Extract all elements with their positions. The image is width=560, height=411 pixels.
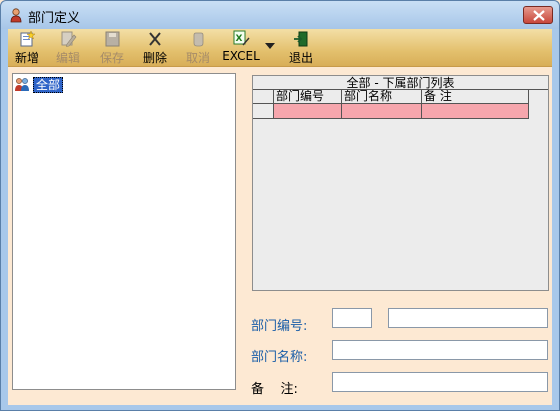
grid-cell-dept-name[interactable]: [342, 104, 422, 119]
grid-cell-remark[interactable]: [422, 104, 529, 119]
excel-icon: X: [233, 30, 250, 46]
title-bar[interactable]: 部门定义: [1, 1, 559, 29]
window-title: 部门定义: [28, 11, 81, 26]
grid-corner-cell: [253, 90, 274, 104]
cancel-icon: [193, 32, 204, 47]
toolbar: 新增 编辑 保存 删除 取消 X EXCEL 退出: [8, 29, 552, 67]
grid-header-remark[interactable]: 备 注: [422, 90, 529, 104]
excel-dropdown-arrow-icon[interactable]: [265, 43, 275, 49]
grid-cell-dept-code[interactable]: [274, 104, 342, 119]
new-document-icon: [20, 30, 36, 47]
close-button[interactable]: [523, 6, 553, 24]
delete-button[interactable]: 删除: [139, 30, 171, 66]
cancel-button-label: 取消: [185, 51, 210, 65]
app-icon: [8, 7, 24, 23]
grid-caption: 全部 - 下属部门列表: [253, 76, 548, 90]
save-button[interactable]: 保存: [96, 30, 128, 66]
client-area: 新增 编辑 保存 删除 取消 X EXCEL 退出 全部 全部 - 下属部门列表…: [8, 29, 552, 405]
cancel-button[interactable]: 取消: [182, 30, 214, 66]
department-tree[interactable]: 全部: [12, 73, 236, 390]
add-button[interactable]: 新增: [11, 30, 43, 66]
sub-department-grid[interactable]: 全部 - 下属部门列表 部门编号 部门名称 备 注: [252, 75, 549, 291]
people-group-icon: [15, 78, 29, 91]
dept-code-label: 部门编号:: [251, 319, 308, 334]
dept-name-label: 部门名称:: [251, 350, 308, 365]
exit-button[interactable]: 退出: [285, 30, 317, 66]
delete-button-label: 删除: [142, 51, 167, 65]
remark-input[interactable]: [332, 372, 548, 392]
exit-button-label: 退出: [288, 51, 313, 65]
dept-name-input[interactable]: [332, 340, 548, 360]
close-icon: [533, 10, 545, 21]
add-button-label: 新增: [14, 51, 39, 65]
save-button-label: 保存: [99, 51, 124, 65]
excel-button-label: EXCEL: [222, 49, 260, 63]
delete-x-icon: [149, 32, 161, 46]
remark-label: 备 注:: [251, 382, 298, 397]
save-icon: [105, 31, 120, 47]
grid-row-selector[interactable]: [253, 104, 274, 119]
edit-button-label: 编辑: [55, 51, 80, 65]
edit-icon: [61, 31, 77, 47]
dept-code-extra-input[interactable]: [388, 308, 548, 328]
svg-text:X: X: [236, 34, 243, 44]
grid-header-dept-name[interactable]: 部门名称: [342, 90, 422, 104]
dept-code-input[interactable]: [332, 308, 372, 328]
exit-door-icon: [294, 31, 308, 47]
tree-node-root-label: 全部: [33, 77, 64, 93]
window: 部门定义 新增 编辑 保存 删除 取消 X EXCEL 退出 全部 全部 - 下…: [0, 0, 560, 411]
excel-button[interactable]: X EXCEL: [220, 30, 262, 66]
edit-button[interactable]: 编辑: [52, 30, 84, 66]
grid-header-dept-code[interactable]: 部门编号: [274, 90, 342, 104]
